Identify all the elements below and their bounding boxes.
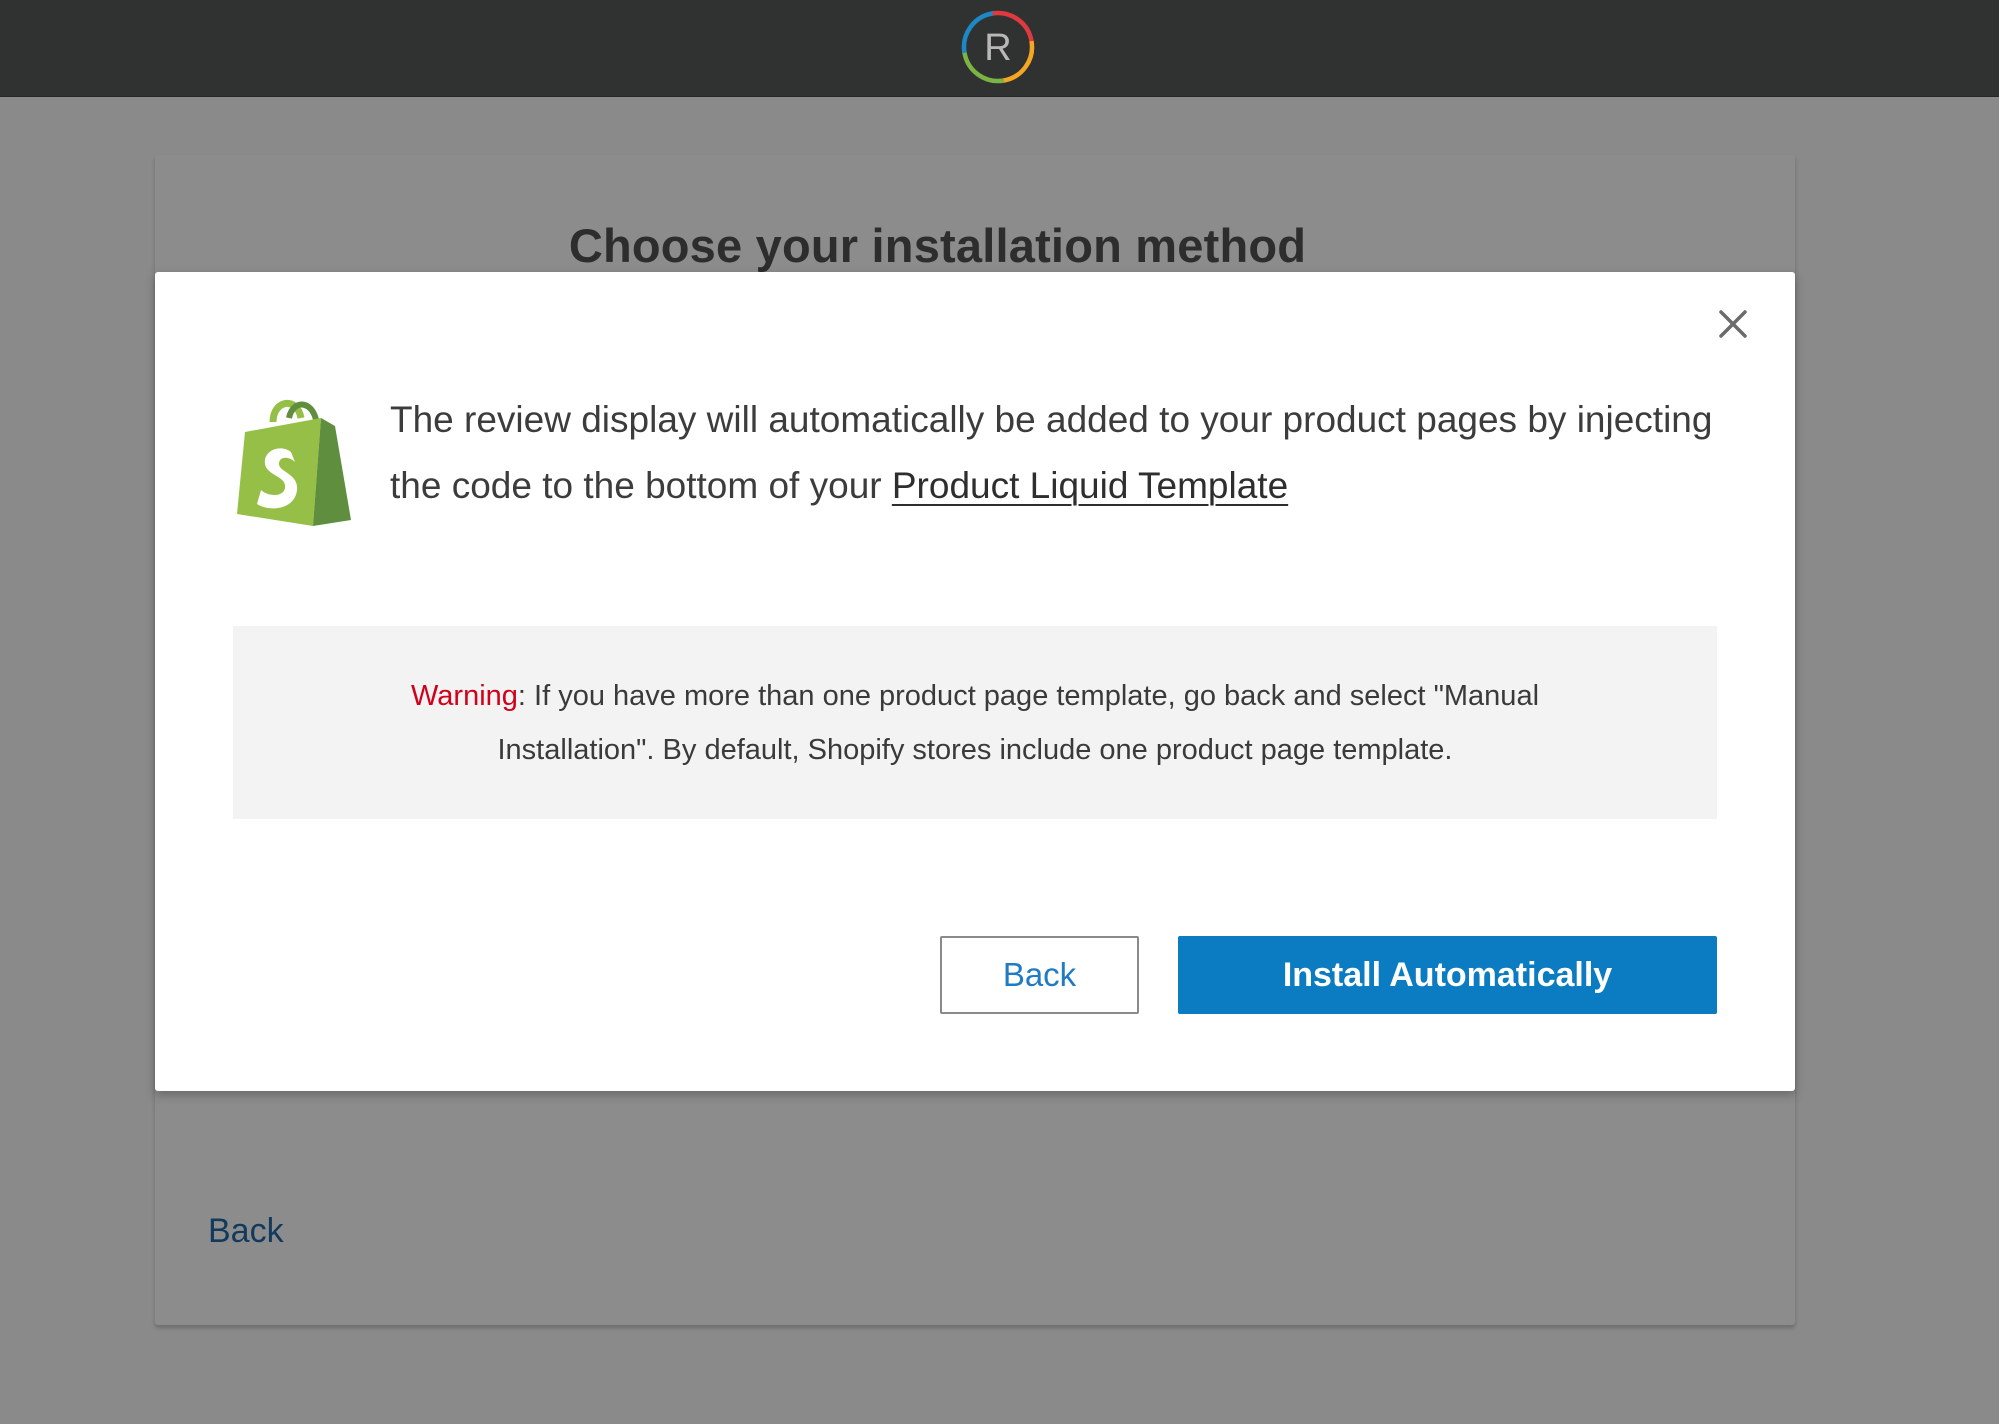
install-automatically-button[interactable]: Install Automatically [1178,936,1717,1014]
warning-label: Warning [410,679,518,712]
page-title: Choose your installation method [568,219,1307,272]
background-back-link[interactable]: Back [208,1212,284,1251]
product-liquid-template-link[interactable]: Product Liquid Template [892,465,1288,506]
warning-box: Warning: If you have more than one produ… [233,626,1717,819]
back-button[interactable]: Back [940,936,1139,1014]
brand-logo-icon: R [961,10,1035,84]
top-navigation-bar: R [0,0,1999,97]
shopify-bag-icon [237,399,351,526]
warning-message: Warning: If you have more than one produ… [400,669,1550,777]
install-message: The review display will automatically be… [390,387,1760,519]
close-icon[interactable] [1709,300,1757,348]
logo-letter: R [984,27,1011,69]
warning-body: : If you have more than one product page… [497,679,1540,766]
install-modal: The review display will automatically be… [155,272,1795,1091]
